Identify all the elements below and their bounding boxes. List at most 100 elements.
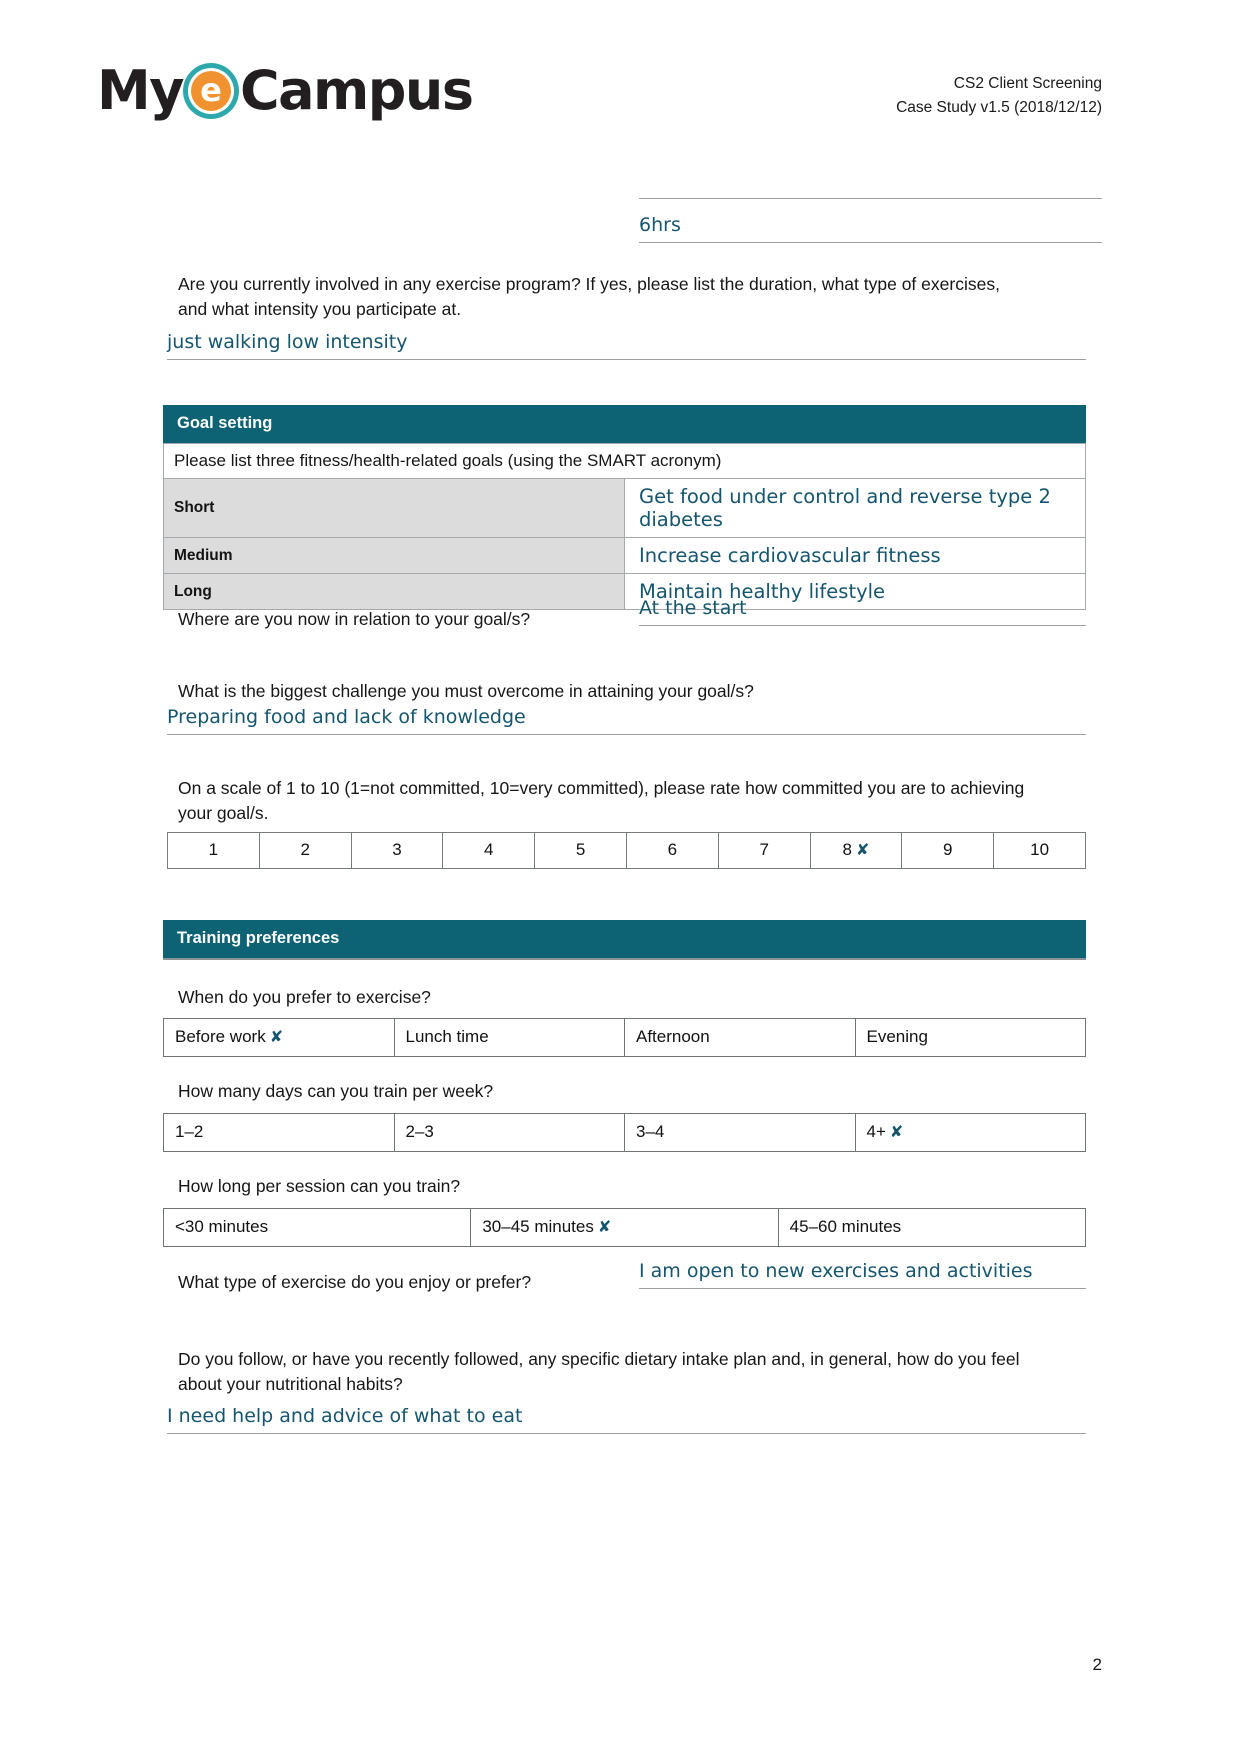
goal-setting-section: Goal setting Please list three fitness/h… [163,405,1086,610]
logo-e-badge-icon: e [182,63,239,119]
document-title: CS2 Client Screening [953,75,1102,92]
exercise-type-answer-text: I am open to new exercises and activitie… [639,1259,1086,1289]
dietary-answer-field[interactable]: I need help and advice of what to eat [167,1404,1086,1434]
goal-challenge-answer-text: Preparing food and lack of knowledge [167,705,1086,735]
document-version: Case Study v1.5 (2018/12/12) [896,99,1102,117]
commitment-question: On a scale of 1 to 10 (1=not committed, … [178,776,1033,826]
logo-text-my: My [97,59,184,122]
commitment-option-8-label: 8 [842,840,852,859]
session-option-under-30[interactable]: <30 minutes [162,1208,472,1247]
days-per-week-question: How many days can you train per week? [178,1079,878,1104]
when-exercise-options: Before work ✘ Lunch time Afternoon Evenin… [163,1018,1086,1057]
days-option-1-2-label: 1–2 [175,1122,204,1141]
document-meta: CS2 Client Screening Case Study v1.5 (20… [896,72,1102,120]
option-row: 1–2 2–3 3–4 4+ ✘ [163,1113,1086,1152]
commitment-scale-table: 1 2 3 4 5 6 7 8 ✘ 9 10 [167,832,1086,869]
days-per-week-options: 1–2 2–3 3–4 4+ ✘ [163,1113,1086,1152]
commitment-option-3[interactable]: 3 [350,832,444,869]
commitment-option-9-label: 9 [943,840,953,859]
dietary-question: Do you follow, or have you recently foll… [178,1347,1048,1397]
commitment-option-8[interactable]: 8 ✘ [809,832,903,869]
goal-position-answer-field[interactable]: At the start [639,596,1086,626]
myecampus-logo: My e Campus [97,52,474,130]
previous-question-answer-text: 6hrs [639,213,1102,243]
commitment-option-9[interactable]: 9 [901,832,995,869]
session-length-question: How long per session can you train? [178,1174,878,1199]
commitment-option-7-label: 7 [759,840,769,859]
exercise-program-question-text: Are you currently involved in any exerci… [178,274,1000,319]
commitment-option-5[interactable]: 5 [534,832,627,869]
session-option-45-60-label: 45–60 minutes [789,1217,902,1236]
exercise-type-question-text: What type of exercise do you enjoy or pr… [178,1272,532,1292]
option-row: <30 minutes 30–45 minutes ✘ 45–60 minutes [162,1208,1087,1247]
days-option-4-plus-label: 4+ [866,1122,886,1141]
goal-prompt-row: Please list three fitness/health-related… [163,443,1086,479]
goal-value-short[interactable]: Get food under control and reverse type … [624,478,1086,538]
when-option-before-work-label: Before work [175,1027,266,1046]
commitment-option-5-label: 5 [575,840,586,859]
commitment-option-7[interactable]: 7 [717,832,811,869]
dietary-answer-text: I need help and advice of what to eat [167,1404,1086,1434]
when-option-evening-label: Evening [866,1027,928,1046]
when-option-selected-mark-icon: ✘ [269,1027,284,1046]
goal-term-long: Long [163,573,625,610]
days-option-3-4[interactable]: 3–4 [624,1113,856,1152]
goal-setting-section-title: Goal setting [163,405,1086,443]
commitment-option-6[interactable]: 6 [625,832,719,869]
exercise-program-answer-field[interactable]: just walking low intensity [167,330,1086,360]
commitment-scale-row: 1 2 3 4 5 6 7 8 ✘ 9 10 [167,832,1086,869]
session-option-30-45[interactable]: 30–45 minutes ✘ [470,1208,779,1247]
logo-e-letter: e [190,71,231,111]
goal-position-answer-text: At the start [639,596,1086,626]
when-option-evening[interactable]: Evening [854,1018,1086,1057]
goal-challenge-question-text: What is the biggest challenge you must o… [178,681,754,701]
goal-position-question: Where are you now in relation to your go… [178,607,578,632]
when-exercise-question: When do you prefer to exercise? [178,985,878,1010]
when-option-before-work[interactable]: Before work ✘ [163,1018,395,1057]
exercise-program-question: Are you currently involved in any exerci… [178,272,1008,322]
commitment-option-1-label: 1 [208,840,219,859]
page-header: My e Campus CS2 Client Screening Case St… [0,52,1241,142]
when-option-afternoon[interactable]: Afternoon [624,1018,856,1057]
commitment-option-6-label: 6 [667,840,678,859]
goal-position-question-text: Where are you now in relation to your go… [178,609,531,629]
commitment-selected-mark-icon: ✘ [856,840,870,859]
days-option-3-4-label: 3–4 [636,1122,665,1141]
commitment-option-4[interactable]: 4 [442,832,536,869]
commitment-option-1[interactable]: 1 [167,832,260,869]
commitment-question-text: On a scale of 1 to 10 (1=not committed, … [178,778,1025,823]
commitment-option-2-label: 2 [300,840,310,859]
session-option-45-60[interactable]: 45–60 minutes [777,1208,1087,1247]
days-option-selected-mark-icon: ✘ [889,1122,904,1141]
goal-value-medium[interactable]: Increase cardiovascular fitness [624,537,1086,574]
goal-challenge-answer-field[interactable]: Preparing food and lack of knowledge [167,705,1086,735]
goal-term-short: Short [163,478,625,538]
training-preferences-section-title: Training preferences [163,920,1086,960]
days-option-1-2[interactable]: 1–2 [163,1113,395,1152]
exercise-type-answer-field[interactable]: I am open to new exercises and activitie… [639,1259,1086,1289]
exercise-type-question: What type of exercise do you enjoy or pr… [178,1270,598,1295]
session-option-selected-mark-icon: ✘ [597,1217,612,1236]
goal-setting-table: Please list three fitness/health-related… [163,443,1086,610]
session-option-under-30-label: <30 minutes [175,1217,269,1236]
days-option-4-plus[interactable]: 4+ ✘ [854,1113,1086,1152]
session-length-question-text: How long per session can you train? [178,1176,461,1196]
commitment-option-2[interactable]: 2 [258,832,352,869]
previous-question-answer-field[interactable]: 6hrs [639,198,1102,243]
when-exercise-question-text: When do you prefer to exercise? [178,987,431,1007]
when-option-lunch-time[interactable]: Lunch time [393,1018,625,1057]
session-option-30-45-label: 30–45 minutes [482,1217,594,1236]
commitment-option-10[interactable]: 10 [993,832,1086,869]
table-row: Short Get food under control and reverse… [163,478,1086,538]
goal-prompt-text: Please list three fitness/health-related… [163,443,1086,479]
commitment-option-3-label: 3 [392,840,402,859]
dietary-question-text: Do you follow, or have you recently foll… [178,1349,1020,1394]
document-page: My e Campus CS2 Client Screening Case St… [0,0,1241,1754]
days-option-2-3[interactable]: 2–3 [393,1113,625,1152]
when-option-afternoon-label: Afternoon [636,1027,710,1046]
commitment-option-4-label: 4 [484,840,494,859]
exercise-program-answer-text: just walking low intensity [167,330,1086,360]
days-per-week-question-text: How many days can you train per week? [178,1081,494,1101]
commitment-option-10-label: 10 [1030,840,1050,859]
session-length-options: <30 minutes 30–45 minutes ✘ 45–60 minutes [162,1208,1087,1247]
